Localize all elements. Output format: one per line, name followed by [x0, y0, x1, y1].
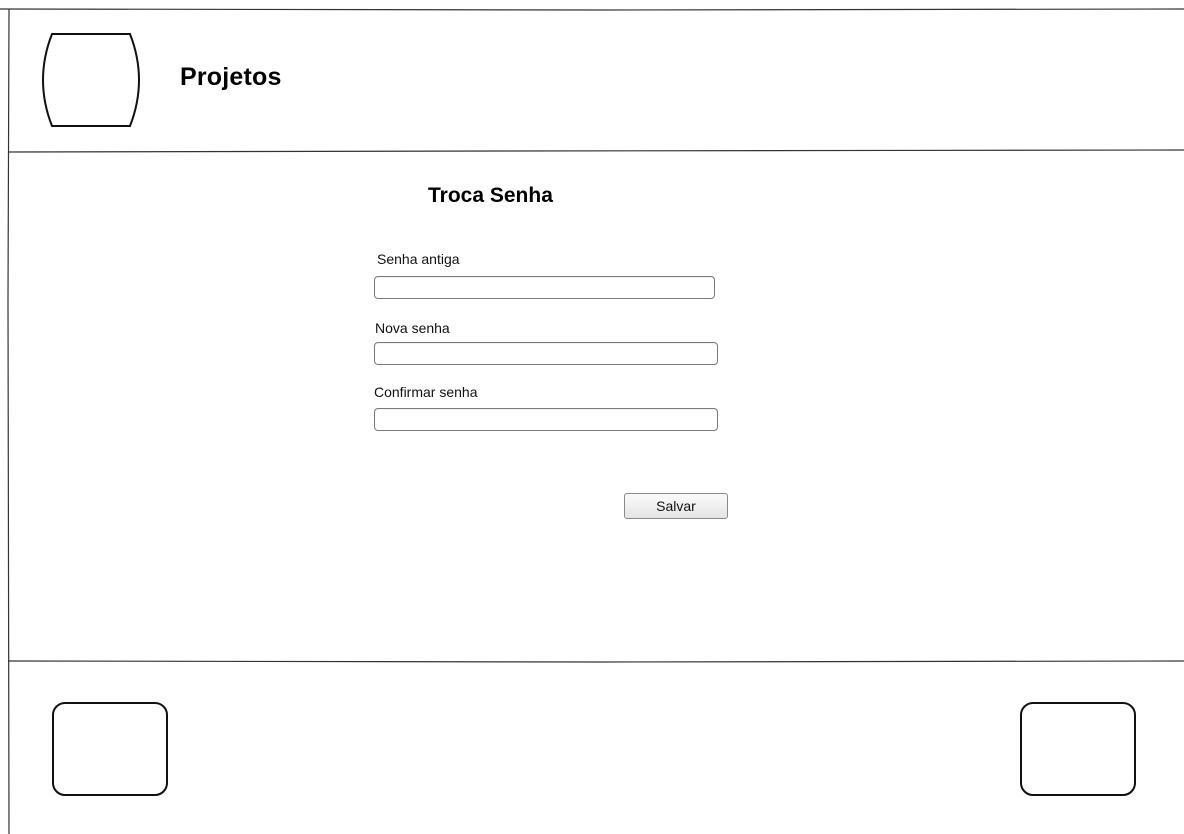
footer-right-placeholder	[1020, 702, 1136, 796]
page-frame: Projetos Troca Senha Senha antiga Nova s…	[0, 0, 1184, 834]
new-password-input[interactable]	[374, 342, 718, 365]
save-button[interactable]: Salvar	[624, 493, 728, 519]
new-password-label: Nova senha	[375, 320, 450, 336]
confirm-password-input[interactable]	[374, 408, 718, 431]
form-title: Troca Senha	[428, 184, 553, 207]
confirm-password-label: Confirmar senha	[374, 384, 478, 400]
footer-left-placeholder	[52, 702, 168, 796]
old-password-input[interactable]	[374, 276, 715, 299]
old-password-label: Senha antiga	[377, 251, 460, 267]
page-title: Projetos	[180, 63, 282, 91]
logo-placeholder	[42, 33, 140, 127]
